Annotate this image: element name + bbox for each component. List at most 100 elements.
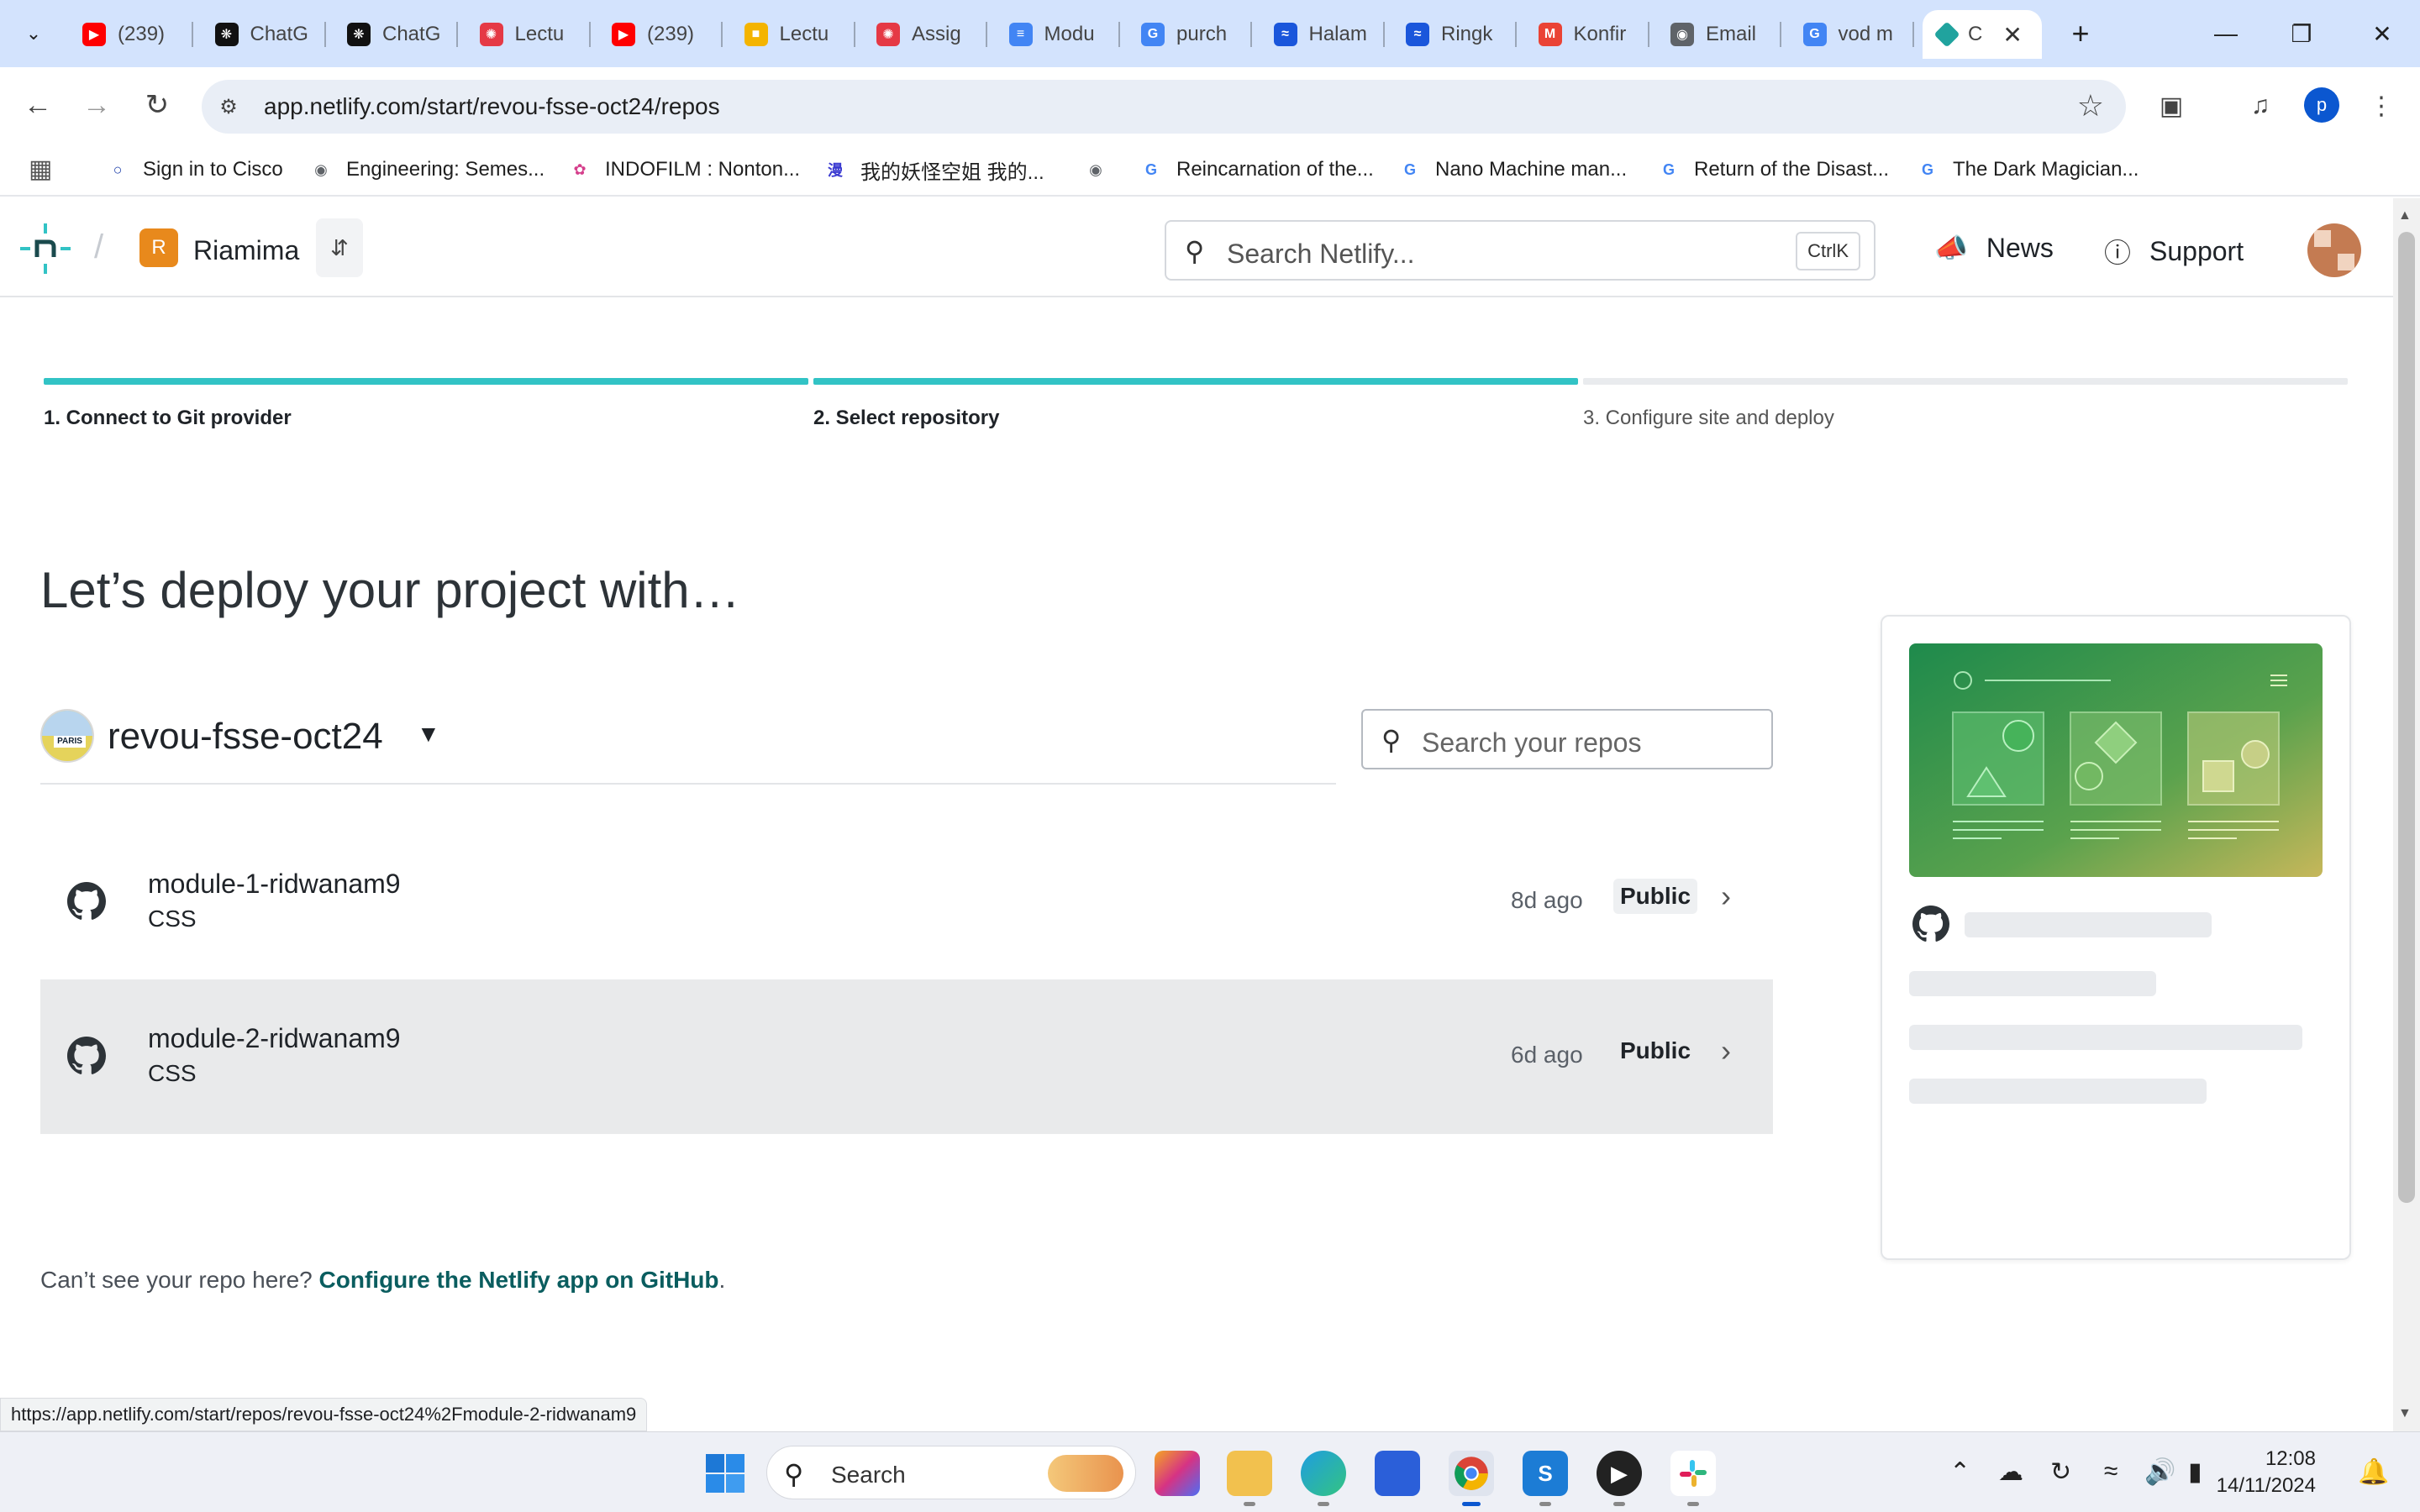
- step-progress-bar: [44, 378, 808, 385]
- system-clock[interactable]: 12:08 14/11/2024: [2215, 1446, 2316, 1499]
- onedrive-cloud-icon[interactable]: ☁: [1998, 1457, 2023, 1487]
- browser-tab[interactable]: M Konfir: [1523, 10, 1649, 59]
- bookmark-item[interactable]: ○ Sign in to Cisco: [106, 155, 283, 185]
- repo-search-input[interactable]: ⚲ Search your repos: [1361, 709, 1773, 769]
- chrome-icon[interactable]: [1449, 1451, 1494, 1506]
- google-icon: G: [1802, 23, 1827, 46]
- news-button[interactable]: 📣 News: [1934, 232, 2054, 264]
- sync-icon[interactable]: ↻: [2050, 1457, 2071, 1487]
- bookmark-item[interactable]: 漫我的妖怪空姐 我的...: [823, 155, 1044, 185]
- slack-icon[interactable]: [1670, 1451, 1716, 1506]
- youtube-icon: ▶: [612, 23, 635, 46]
- support-button[interactable]: ⓘ Support: [2104, 232, 2244, 270]
- visibility-badge: Public: [1613, 879, 1698, 914]
- tab-title: ChatG: [382, 23, 441, 45]
- step-label: 1. Connect to Git provider: [44, 407, 292, 429]
- address-url[interactable]: app.netlify.com/start/revou-fsse-oct24/r…: [264, 93, 720, 120]
- repo-language: CSS: [148, 1060, 197, 1086]
- scroll-up-arrow-icon[interactable]: ▲: [2398, 208, 2412, 223]
- media-player-icon[interactable]: ▶: [1597, 1451, 1642, 1506]
- search-icon: ⚲: [1185, 236, 1205, 266]
- notification-bell-icon[interactable]: 🔔: [2358, 1457, 2389, 1487]
- tray-overflow-chevron-icon[interactable]: ⌃: [1949, 1457, 1970, 1487]
- team-avatar[interactable]: R: [139, 228, 178, 267]
- help-text-end: .: [718, 1267, 726, 1293]
- browser-tab[interactable]: ▶ (239): [67, 10, 193, 59]
- browser-tab[interactable]: ▶ (239): [597, 10, 723, 59]
- wifi-icon[interactable]: ≈: [2104, 1457, 2118, 1486]
- browser-tab[interactable]: ≡ Modu: [994, 10, 1120, 59]
- google-icon: G: [1403, 160, 1416, 178]
- browser-tab[interactable]: ❋ ChatG: [332, 10, 458, 59]
- bookmark-item[interactable]: ✿ INDOFILM : Nonton...: [568, 155, 800, 185]
- copilot-icon[interactable]: [1155, 1451, 1200, 1496]
- netlify-logo-icon[interactable]: [18, 223, 72, 274]
- chevron-down-icon[interactable]: ▼: [417, 721, 440, 748]
- netlify-search-input[interactable]: ⚲ Search Netlify... CtrlK: [1165, 220, 1876, 281]
- close-window-icon[interactable]: ✕: [2344, 8, 2420, 59]
- store-icon[interactable]: [1375, 1451, 1420, 1496]
- repo-row[interactable]: module-1-ridwanam9 CSS 8d ago Public ›: [40, 825, 1773, 979]
- close-tab-icon[interactable]: ✕: [2002, 21, 2022, 49]
- bookmark-label: Return of the Disast...: [1694, 158, 1890, 181]
- configure-github-app-link[interactable]: Configure the Netlify app on GitHub: [319, 1267, 719, 1293]
- browser-tab-bar: ⌄ ▶ (239) ❋ ChatG ❋ ChatG ✺ Lectu ▶ (239) ■ Lectu ✺ A…: [0, 0, 2420, 67]
- windows-start-icon[interactable]: [704, 1452, 746, 1494]
- site-info-icon[interactable]: ⚙: [213, 92, 244, 122]
- bookmark-item[interactable]: G Return of the Disast...: [1657, 155, 1889, 185]
- browser-tab[interactable]: ◉ Email: [1655, 10, 1781, 59]
- bookmark-item[interactable]: ◉: [1084, 155, 1121, 185]
- new-tab-button[interactable]: +: [2060, 15, 2101, 52]
- bookmark-item[interactable]: ◉ Engineering: Semes...: [309, 155, 544, 185]
- profile-avatar[interactable]: p: [2304, 87, 2339, 123]
- bookmark-item[interactable]: G Nano Machine man...: [1398, 155, 1627, 185]
- tab-divider: [1515, 22, 1517, 47]
- reload-icon[interactable]: ↻: [136, 84, 178, 126]
- media-control-icon[interactable]: ♫: [2240, 86, 2281, 126]
- team-name[interactable]: Riamima: [193, 235, 299, 266]
- browser-toolbar: ← → ↻ ⚙ app.netlify.com/start/revou-fsse…: [0, 67, 2420, 143]
- browser-tab[interactable]: ≈ Ringk: [1391, 10, 1517, 59]
- taskbar-search[interactable]: ⚲ Search: [766, 1446, 1136, 1499]
- scroll-down-arrow-icon[interactable]: ▼: [2398, 1406, 2412, 1421]
- search-shortcut: CtrlK: [1796, 232, 1860, 270]
- back-arrow-icon[interactable]: ←: [17, 84, 59, 126]
- browser-tab[interactable]: ✺ Assig: [861, 10, 987, 59]
- address-bar[interactable]: ⚙ app.netlify.com/start/revou-fsse-oct24…: [202, 80, 2126, 134]
- bookmark-label: The Dark Magician...: [1953, 158, 2139, 181]
- forward-arrow-icon[interactable]: →: [76, 84, 118, 126]
- browser-tab[interactable]: Gpurch: [1126, 10, 1252, 59]
- bookmark-label: INDOFILM : Nonton...: [605, 158, 801, 181]
- file-explorer-icon[interactable]: [1227, 1451, 1272, 1506]
- scrollbar-thumb[interactable]: [2398, 232, 2415, 1203]
- chevron-right-icon: ›: [1721, 879, 1731, 913]
- battery-icon[interactable]: ▮: [2188, 1457, 2202, 1487]
- search-highlight-image: [1048, 1455, 1123, 1492]
- org-name[interactable]: revou-fsse-oct24: [108, 716, 383, 758]
- user-avatar[interactable]: [2307, 223, 2361, 277]
- bookmark-item[interactable]: G The Dark Magician...: [1916, 155, 2139, 185]
- edge-icon[interactable]: [1301, 1451, 1346, 1506]
- bookmark-star-icon[interactable]: ☆: [2077, 88, 2104, 123]
- step-progress-bar: [813, 378, 1578, 385]
- tab-search-chevron-icon[interactable]: ⌄: [13, 15, 54, 52]
- browser-tab[interactable]: ■ Lectu: [729, 10, 855, 59]
- chrome-menu-icon[interactable]: ⋮: [2361, 86, 2402, 126]
- bookmark-item[interactable]: G Reincarnation of the...: [1139, 155, 1374, 185]
- repo-row[interactable]: module-2-ridwanam9 CSS 6d ago Public ›: [40, 979, 1773, 1134]
- restore-icon[interactable]: ❐: [2264, 8, 2339, 59]
- extensions-icon[interactable]: ▣: [2151, 86, 2191, 126]
- tab-title: Lectu: [514, 23, 565, 45]
- browser-tab[interactable]: ✺ Lectu: [465, 10, 591, 59]
- browser-tab[interactable]: ≈ Halam: [1259, 10, 1385, 59]
- browser-tab[interactable]: ❋ ChatG: [200, 10, 326, 59]
- apps-grid-icon[interactable]: ▦: [29, 155, 52, 184]
- skeleton-line: [1909, 971, 2156, 996]
- team-switcher-icon[interactable]: ⇵: [316, 218, 363, 277]
- minimize-icon[interactable]: —: [2188, 8, 2264, 59]
- tab-active-netlify[interactable]: C ✕: [1923, 10, 2042, 59]
- volume-icon[interactable]: 🔊: [2144, 1457, 2175, 1487]
- org-selector[interactable]: PARIS revou-fsse-oct24 ▼: [40, 706, 1336, 785]
- browser-tab[interactable]: Gvod m: [1788, 10, 1914, 59]
- security-shield-icon[interactable]: S: [1523, 1451, 1568, 1506]
